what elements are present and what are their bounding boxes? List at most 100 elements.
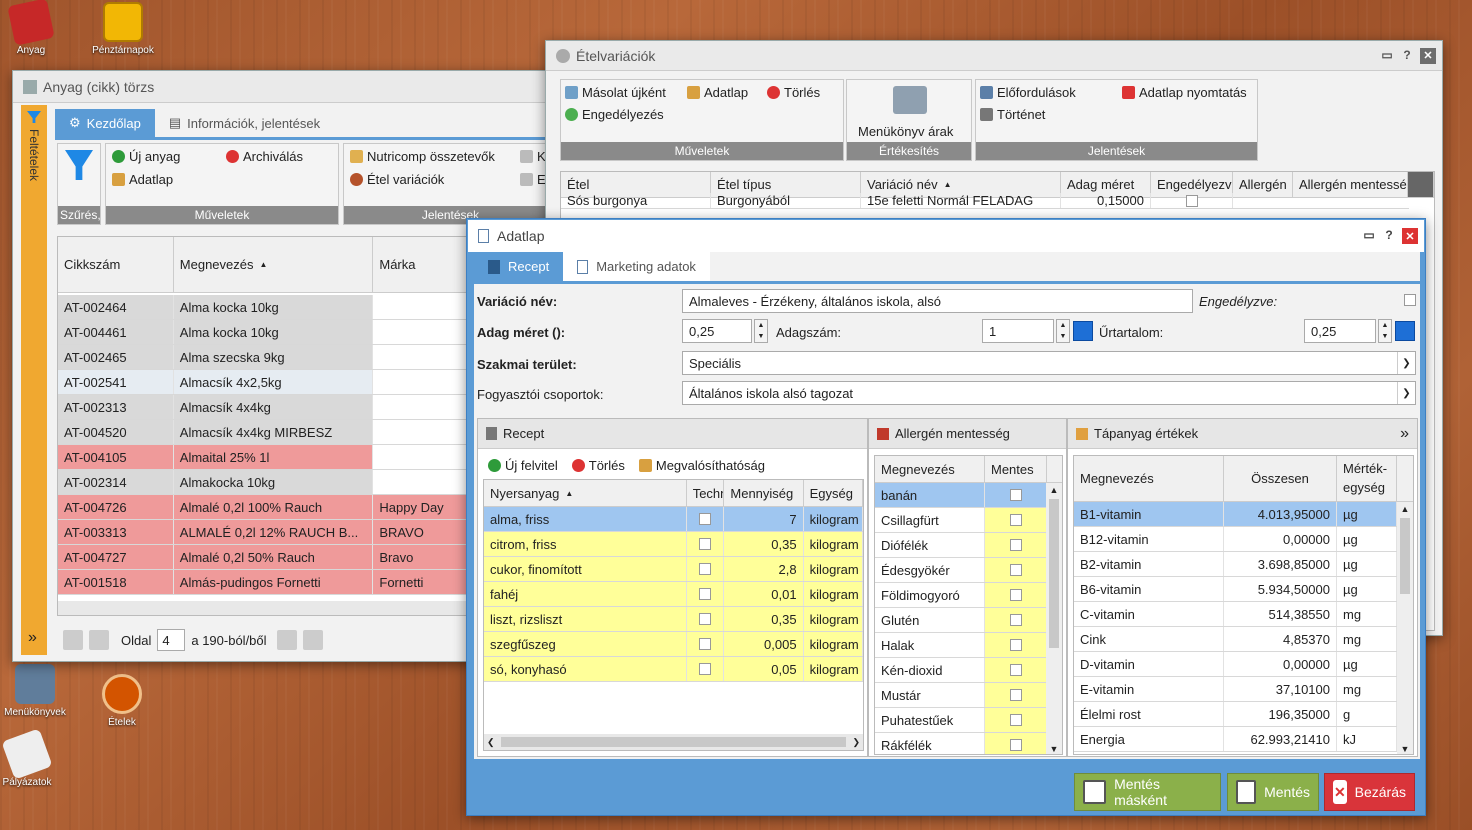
- calculator-icon[interactable]: [1073, 321, 1093, 341]
- print-datasheet-button[interactable]: Adatlap nyomtatás: [1122, 85, 1247, 100]
- checkbox[interactable]: [1009, 714, 1022, 726]
- checkbox[interactable]: [699, 613, 712, 625]
- table-row[interactable]: citrom, friss 0,35 kilogram: [484, 532, 863, 557]
- checkbox[interactable]: [1185, 194, 1198, 207]
- new-item-button[interactable]: Új anyag: [112, 149, 180, 164]
- checkbox[interactable]: [699, 638, 712, 650]
- checkbox[interactable]: [1009, 514, 1022, 526]
- filter-add-icon[interactable]: [65, 150, 93, 180]
- help-icon[interactable]: ?: [1382, 228, 1396, 242]
- col-nyersanyag[interactable]: Nyersanyag ▲: [484, 480, 687, 506]
- table-row[interactable]: Rákfélék: [875, 733, 1047, 754]
- calculator-icon[interactable]: [1395, 321, 1415, 341]
- col-megnevezes[interactable]: Megnevezés: [875, 456, 985, 482]
- occurrences-button[interactable]: Előfordulások: [980, 85, 1076, 100]
- checkbox[interactable]: [1009, 589, 1022, 601]
- scrollbar-thumb[interactable]: [1049, 499, 1059, 648]
- ev-delete-button[interactable]: Törlés: [767, 85, 820, 100]
- urtartalom-input[interactable]: 0,25: [1304, 319, 1376, 343]
- table-row[interactable]: Energia 62.993,21410 kJ: [1074, 727, 1397, 752]
- tab-marketing[interactable]: Marketing adatok: [563, 252, 710, 281]
- datasheet-button[interactable]: Adatlap: [112, 172, 173, 187]
- variacio-input[interactable]: Almaleves - Érzékeny, általános iskola, …: [682, 289, 1193, 313]
- checkbox[interactable]: [1009, 689, 1022, 701]
- checkbox[interactable]: [699, 588, 712, 600]
- tab-kezdolap[interactable]: ⚙ Kezdőlap: [55, 109, 155, 137]
- table-row[interactable]: B2-vitamin 3.698,85000 µg: [1074, 552, 1397, 577]
- horizontal-scrollbar[interactable]: ❮ ❯: [484, 734, 863, 750]
- nutricomp-button[interactable]: Nutricomp összetevők: [350, 149, 495, 164]
- col-megnevezes[interactable]: Megnevezés ▲: [174, 237, 374, 292]
- ev-datasheet-button[interactable]: Adatlap: [687, 85, 748, 100]
- close-icon[interactable]: ✕: [1402, 228, 1418, 244]
- next-page-icon[interactable]: [276, 630, 297, 650]
- prev-page-icon[interactable]: [89, 630, 109, 650]
- table-row[interactable]: Földimogyoró: [875, 583, 1047, 608]
- table-row[interactable]: banán: [875, 483, 1047, 508]
- adag-stepper[interactable]: ▲ ▼: [754, 319, 768, 343]
- page-input[interactable]: 4: [157, 629, 186, 651]
- col-osszesen[interactable]: Összesen: [1224, 456, 1337, 501]
- table-row[interactable]: alma, friss 7 kilogram: [484, 507, 863, 532]
- k-button[interactable]: K: [520, 149, 546, 164]
- expand-icon[interactable]: »: [1400, 425, 1409, 443]
- desktop-icon-etelek[interactable]: Ételek: [77, 674, 167, 728]
- last-page-icon[interactable]: [302, 630, 323, 650]
- save-button[interactable]: Mentés: [1227, 773, 1319, 811]
- col-mennyiseg[interactable]: Mennyiség: [724, 480, 804, 506]
- feasibility-button[interactable]: Megvalósíthatóság: [638, 458, 765, 473]
- approve-button[interactable]: Engedélyezés: [565, 107, 664, 122]
- close-icon[interactable]: ✕: [1420, 47, 1436, 64]
- fogyaszto-select[interactable]: Általános iskola alsó tagozat ❯: [682, 381, 1416, 405]
- table-row[interactable]: Kén-dioxid: [875, 658, 1047, 683]
- desktop-icon-palyazatok[interactable]: Pályázatok: [0, 728, 72, 788]
- col-megnevezes[interactable]: Megnevezés: [1074, 456, 1224, 501]
- checkbox[interactable]: [699, 563, 712, 575]
- table-row[interactable]: Cink 4,85370 mg: [1074, 627, 1397, 652]
- table-row[interactable]: Csillagfürt: [875, 508, 1047, 533]
- new-entry-button[interactable]: Új felvitel: [488, 458, 558, 473]
- column-chooser-icon[interactable]: [1408, 172, 1434, 197]
- history-button[interactable]: Történet: [980, 107, 1045, 122]
- scrollbar-thumb[interactable]: [1400, 518, 1410, 594]
- checkbox[interactable]: [1009, 739, 1022, 751]
- checkbox[interactable]: [1009, 539, 1022, 551]
- archive-button[interactable]: Archiválás: [226, 149, 303, 164]
- chevron-down-icon[interactable]: ▼: [1401, 744, 1410, 754]
- table-row[interactable]: Puhatestűek: [875, 708, 1047, 733]
- checkbox[interactable]: [1009, 664, 1022, 676]
- copy-new-button[interactable]: Másolat újként: [565, 85, 666, 100]
- table-row[interactable]: liszt, rizsliszt 0,35 kilogram: [484, 607, 863, 632]
- desktop-icon-penztarnapok[interactable]: Pénztárnapok: [78, 2, 168, 56]
- chevron-right-icon[interactable]: ❯: [852, 737, 860, 748]
- first-page-icon[interactable]: [63, 630, 83, 650]
- desktop-icon-anyag[interactable]: Anyag: [0, 0, 76, 56]
- table-row[interactable]: fahéj 0,01 kilogram: [484, 582, 863, 607]
- scrollbar-thumb[interactable]: [500, 737, 847, 747]
- checkbox[interactable]: [699, 513, 712, 525]
- table-row[interactable]: B6-vitamin 5.934,50000 µg: [1074, 577, 1397, 602]
- table-row[interactable]: Élelmi rost 196,35000 g: [1074, 702, 1397, 727]
- table-row[interactable]: C-vitamin 514,38550 mg: [1074, 602, 1397, 627]
- vertical-scrollbar[interactable]: ▲ ▼: [1046, 483, 1062, 754]
- chevron-down-icon[interactable]: ▼: [1050, 744, 1059, 754]
- conditions-sidebar[interactable]: Feltételek »: [21, 105, 47, 655]
- minimize-icon[interactable]: ▭: [1362, 228, 1376, 242]
- engedelyezve-checkbox[interactable]: [1404, 294, 1416, 306]
- table-row[interactable]: Glutén: [875, 608, 1047, 633]
- col-egyseg[interactable]: Egység: [804, 480, 863, 506]
- table-row[interactable]: B1-vitamin 4.013,95000 µg: [1074, 502, 1397, 527]
- table-row[interactable]: Mustár: [875, 683, 1047, 708]
- save-as-button[interactable]: Mentés másként: [1074, 773, 1221, 811]
- checkbox[interactable]: [699, 538, 712, 550]
- col-mentes[interactable]: Mentes: [985, 456, 1047, 482]
- expand-icon[interactable]: »: [28, 629, 37, 647]
- table-row[interactable]: E-vitamin 37,10100 mg: [1074, 677, 1397, 702]
- checkbox[interactable]: [1009, 564, 1022, 576]
- chevron-up-icon[interactable]: ▲: [1050, 485, 1059, 495]
- vertical-scrollbar[interactable]: ▲ ▼: [1397, 502, 1413, 754]
- table-row[interactable]: szegfűszeg 0,005 kilogram: [484, 632, 863, 657]
- adag-input[interactable]: 0,25: [682, 319, 752, 343]
- table-row[interactable]: Diófélék: [875, 533, 1047, 558]
- table-row[interactable]: cukor, finomított 2,8 kilogram: [484, 557, 863, 582]
